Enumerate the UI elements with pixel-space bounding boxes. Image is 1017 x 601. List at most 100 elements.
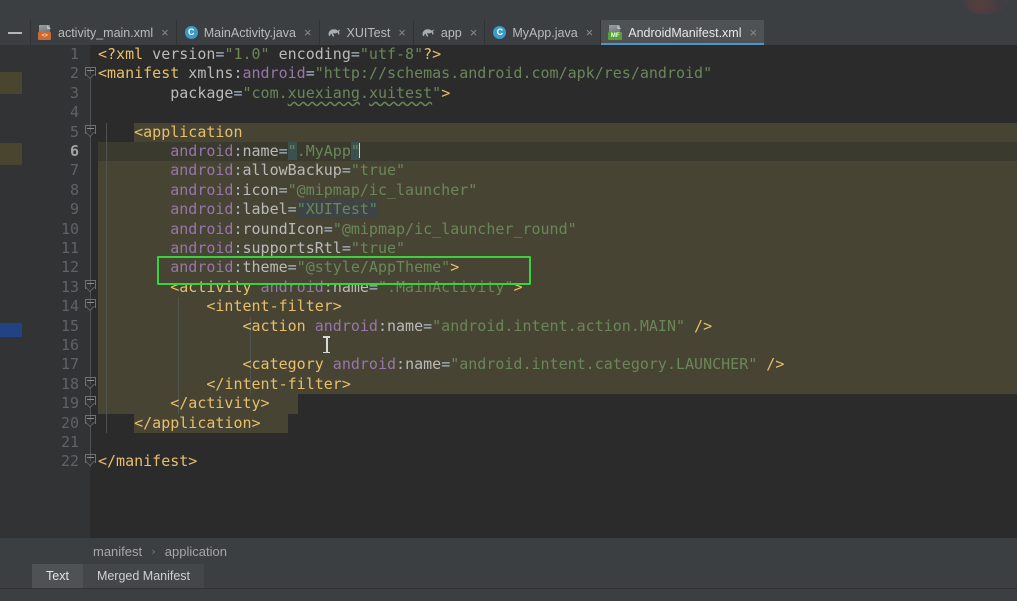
close-icon[interactable]: ×: [398, 26, 406, 39]
editor-tab-label: MainActivity.java: [203, 25, 296, 40]
close-icon[interactable]: ×: [161, 26, 169, 39]
code-line: android:roundIcon="@mipmap/ic_launcher_r…: [170, 219, 577, 238]
code-line: </intent-filter>: [206, 374, 351, 393]
close-icon[interactable]: ×: [470, 26, 478, 39]
code-line: android:allowBackup="true": [170, 161, 406, 180]
tab-text[interactable]: Text: [32, 564, 83, 588]
mouse-ibeam-cursor: [323, 336, 330, 353]
line-number-current: 6: [69, 142, 79, 160]
layout-xml-badge: <>: [38, 32, 51, 40]
java-class-icon: C: [184, 25, 199, 40]
line-number: 13: [60, 277, 79, 296]
breadcrumb: manifest › application: [0, 538, 1017, 564]
line-number: 15: [60, 316, 79, 335]
chevron-right-icon: ›: [150, 544, 157, 558]
editor-tab-label: XUITest: [346, 25, 391, 40]
fold-marker-application[interactable]: [85, 125, 96, 137]
window-top-strip: [0, 0, 1017, 20]
code-line: android:label="XUITest": [170, 200, 378, 219]
editor-tab-activity-main-xml[interactable]: <> activity_main.xml ×: [30, 20, 176, 45]
change-marker: [0, 143, 22, 165]
code-line: <action android:name="android.intent.act…: [242, 316, 713, 335]
close-icon[interactable]: ×: [750, 26, 758, 39]
code-line: <intent-filter>: [206, 297, 342, 316]
line-number: 8: [69, 180, 79, 199]
gradle-elephant-icon: [327, 25, 342, 40]
line-number: 2: [69, 64, 79, 83]
block-highlight-trim: [288, 413, 1017, 433]
caret-position-marker: [0, 323, 22, 337]
line-number: 9: [69, 200, 79, 219]
tab-merged-manifest[interactable]: Merged Manifest: [82, 564, 205, 588]
code-line: android:theme="@style/AppTheme">: [170, 258, 460, 277]
line-number: 3: [69, 83, 79, 102]
line-number: 18: [60, 374, 79, 393]
breadcrumb-item-manifest[interactable]: manifest: [90, 544, 145, 559]
close-icon[interactable]: ×: [304, 26, 312, 39]
code-line: android:supportsRtl="true": [170, 239, 406, 257]
code-line: <manifest xmlns:android="http://schemas.…: [98, 64, 713, 83]
code-line: <?xml version="1.0" encoding="utf-8"?>: [98, 45, 442, 63]
editor-tab-xuitest[interactable]: XUITest ×: [318, 20, 413, 45]
editor-fold-column[interactable]: [84, 45, 98, 538]
line-number: 10: [60, 219, 79, 238]
line-number: 14: [60, 297, 79, 316]
breadcrumb-item-application[interactable]: application: [162, 544, 230, 559]
line-number: 16: [60, 336, 79, 354]
code-line: <application: [134, 122, 243, 141]
minimize-dash-icon: [8, 31, 22, 34]
code-line: android:name=".MyApp": [170, 142, 360, 160]
code-editor[interactable]: 1 2 3 4 5 6 7 8 9 10 11 12 13 14 15 16 1…: [0, 45, 1017, 538]
line-number: 4: [69, 103, 79, 122]
change-marker: [0, 72, 22, 94]
close-icon[interactable]: ×: [586, 26, 594, 39]
editor-tab-mainactivity-java[interactable]: C MainActivity.java ×: [175, 20, 319, 45]
editor-mode-tab-bar: Text Merged Manifest: [0, 564, 1017, 588]
editor-tab-label: activity_main.xml: [58, 25, 154, 40]
fold-marker-end-application[interactable]: [85, 415, 96, 427]
editor-marker-strip[interactable]: [0, 45, 22, 538]
user-avatar-partial-icon: [961, 0, 1009, 14]
line-number: 5: [69, 122, 79, 141]
code-line: <category android:name="android.intent.c…: [242, 355, 785, 374]
editor-tab-bar: <> activity_main.xml × C MainActivity.ja…: [0, 20, 1017, 45]
fold-marker-end-activity[interactable]: [85, 396, 96, 408]
code-text-area[interactable]: <?xml version="1.0" encoding="utf-8"?> <…: [98, 45, 1017, 538]
code-line: </manifest>: [98, 452, 198, 471]
editor-tab-myapp-java[interactable]: C MyApp.java ×: [484, 20, 601, 45]
line-number: 20: [60, 413, 79, 432]
fold-marker-end-intent-filter[interactable]: [85, 377, 96, 389]
android-manifest-icon: MF: [608, 25, 623, 40]
status-bar: [0, 588, 1017, 601]
android-layout-xml-icon: <>: [38, 25, 53, 40]
code-line: package="com.xuexiang.xuitest">: [170, 83, 451, 102]
block-highlight-trim: [298, 394, 1017, 414]
fold-marker-intent-filter[interactable]: [85, 299, 96, 311]
editor-gutter[interactable]: 1 2 3 4 5 6 7 8 9 10 11 12 13 14 15 16 1…: [22, 45, 90, 538]
line-number: 21: [60, 433, 79, 451]
selected-text: "XUITest": [296, 200, 378, 219]
line-number: 22: [60, 452, 79, 471]
fold-marker-manifest[interactable]: [85, 67, 96, 79]
editor-tab-label: app: [440, 25, 462, 40]
code-line: <activity android:name=".MainActivity">: [170, 277, 523, 296]
line-number: 19: [60, 394, 79, 413]
collapse-all-button[interactable]: [0, 20, 30, 45]
editor-tab-label: AndroidManifest.xml: [628, 25, 742, 40]
line-number: 17: [60, 355, 79, 374]
code-line: </activity>: [170, 394, 270, 413]
line-number: 11: [60, 239, 79, 257]
line-number: 12: [60, 258, 79, 277]
fold-marker-end-manifest[interactable]: [85, 454, 96, 466]
editor-tab-androidmanifest-xml[interactable]: MF AndroidManifest.xml ×: [600, 20, 765, 45]
gradle-elephant-icon: [421, 25, 436, 40]
code-line: android:icon="@mipmap/ic_launcher": [170, 180, 478, 199]
android-studio-editor-window: <> activity_main.xml × C MainActivity.ja…: [0, 0, 1017, 601]
editor-tab-app[interactable]: app ×: [412, 20, 485, 45]
line-number: 7: [69, 161, 79, 180]
manifest-badge: MF: [608, 32, 623, 40]
line-number: 1: [69, 45, 79, 63]
java-class-icon: C: [492, 25, 507, 40]
code-line: </application>: [134, 413, 261, 432]
fold-marker-activity[interactable]: [85, 280, 96, 292]
